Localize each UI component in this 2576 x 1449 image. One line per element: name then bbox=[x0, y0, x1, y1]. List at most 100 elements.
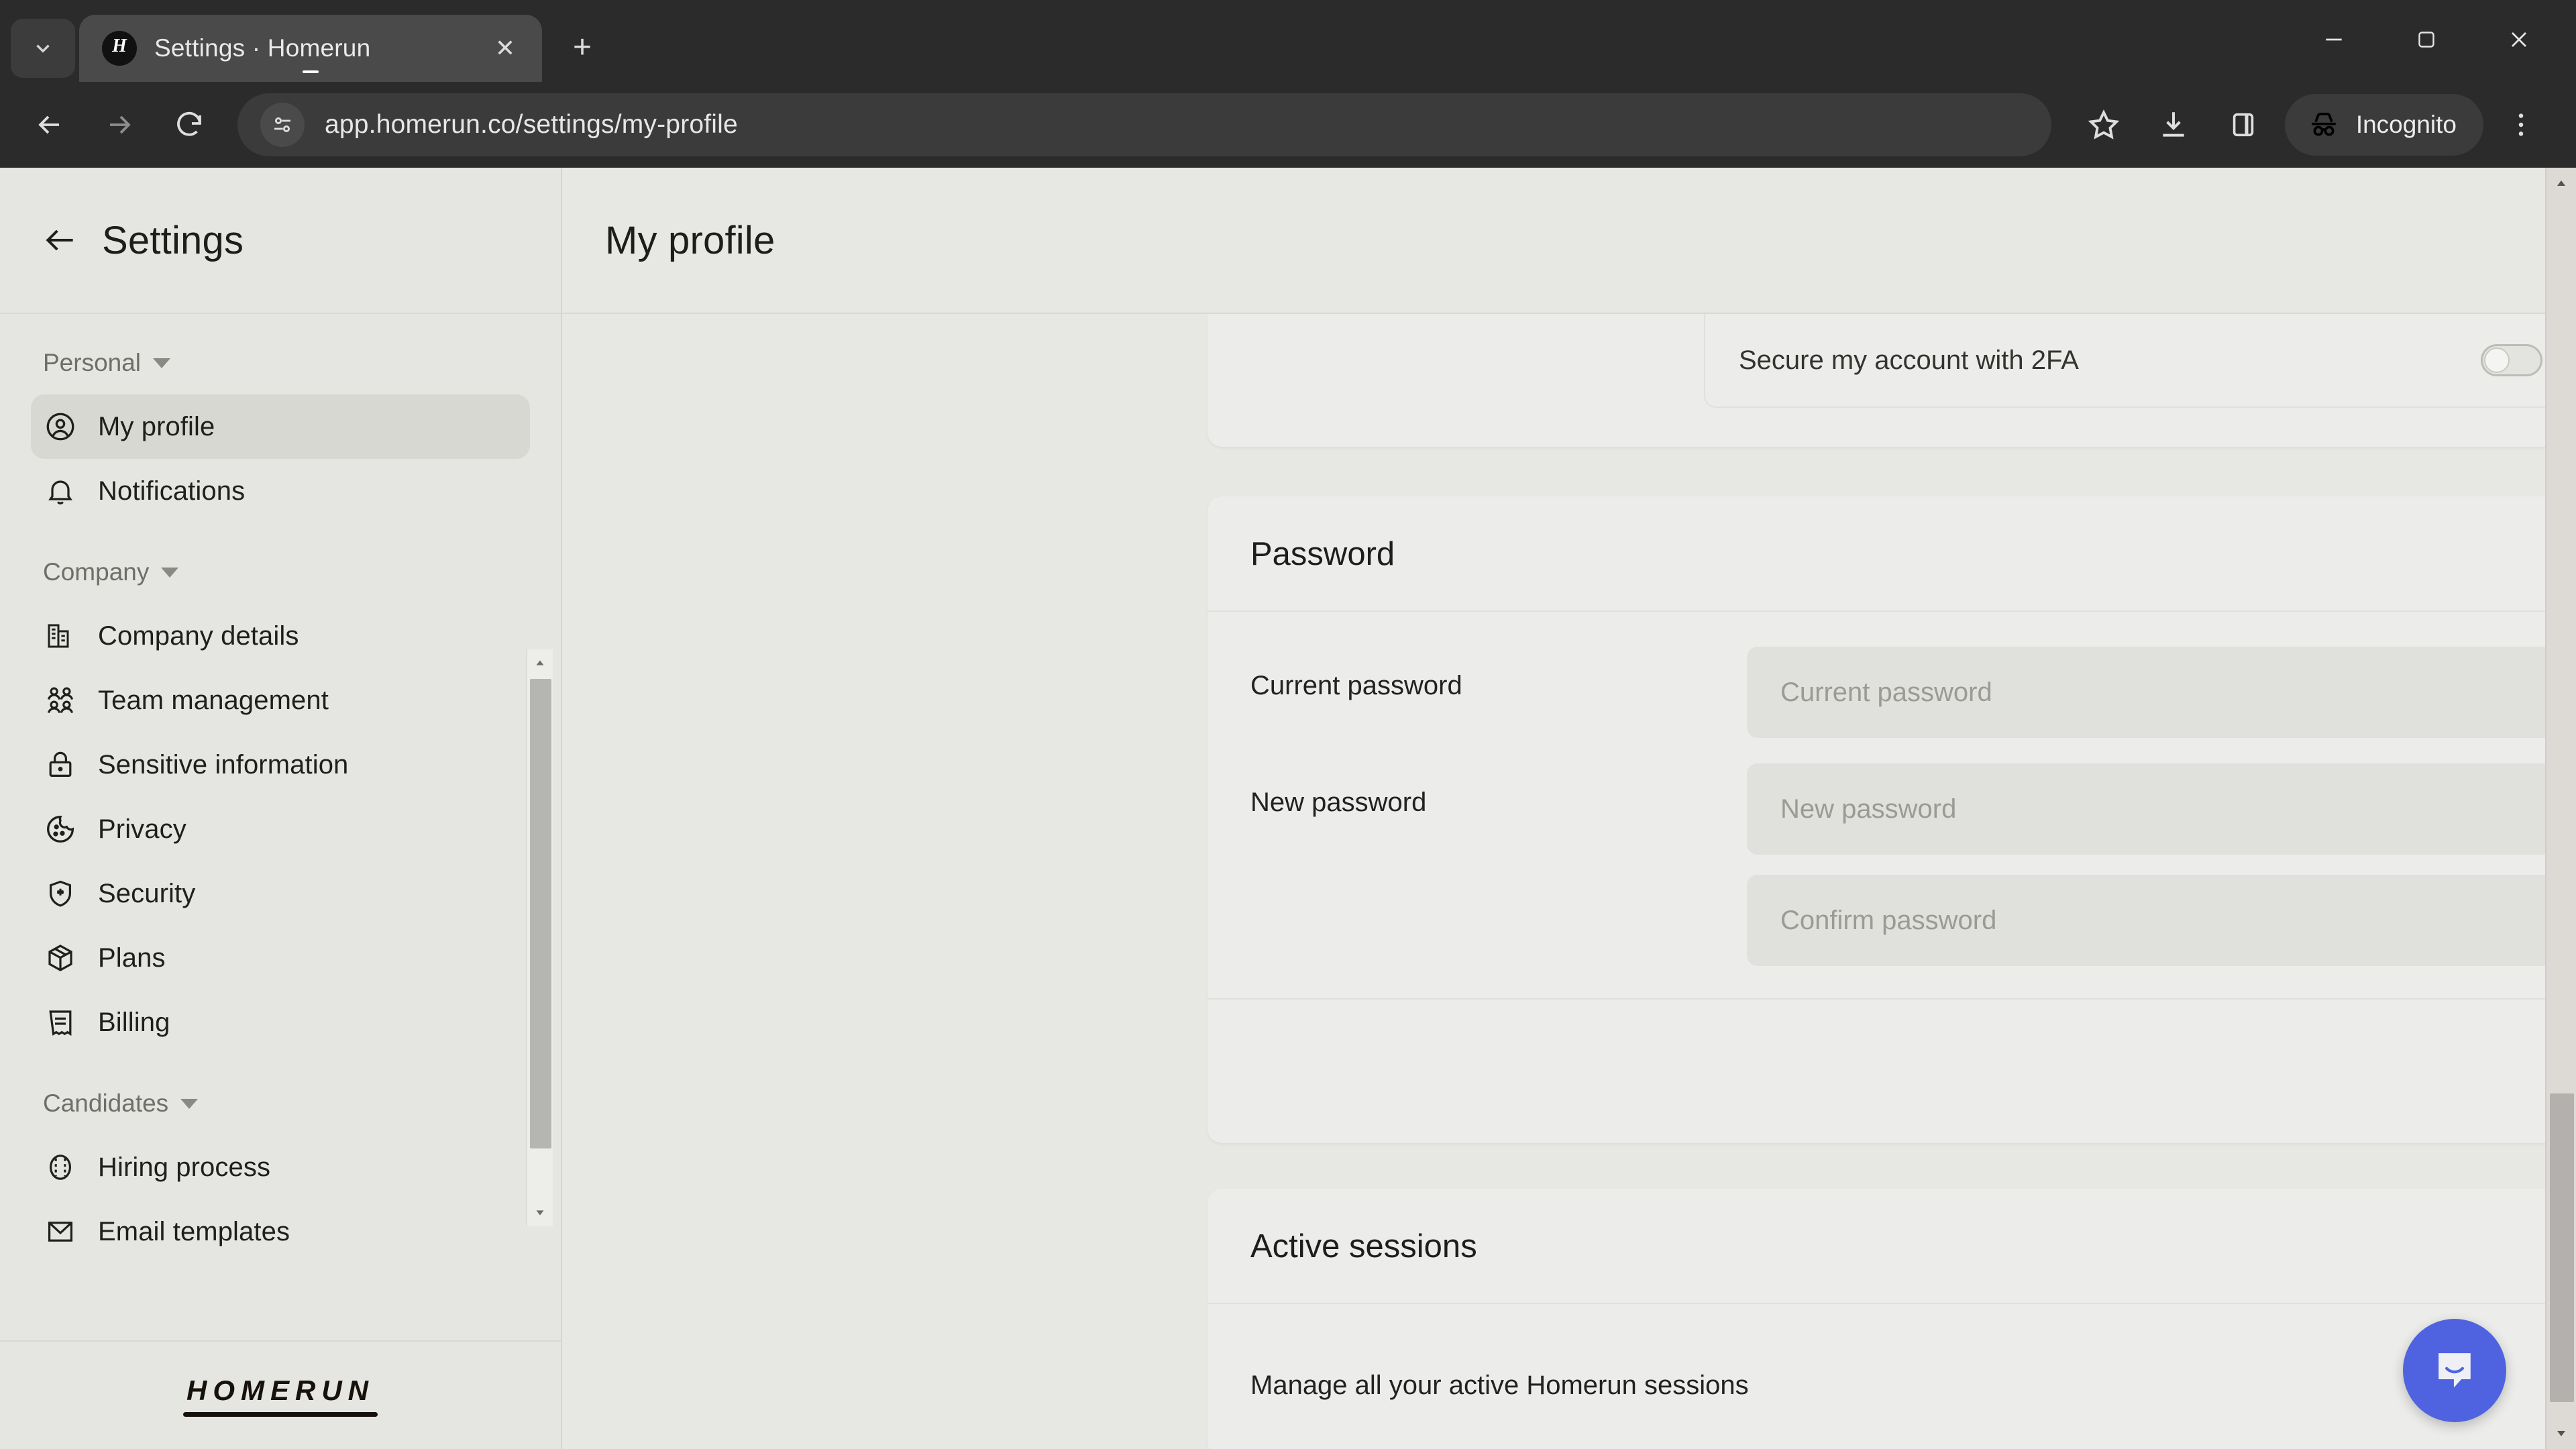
intercom-launcher-button[interactable] bbox=[2403, 1319, 2506, 1422]
sessions-card-body: Manage all your active Homerun sessions … bbox=[1208, 1304, 2576, 1449]
sidebar-item-security[interactable]: Security bbox=[31, 861, 530, 926]
logo-underline bbox=[183, 1411, 378, 1417]
sidebar-item-team-management[interactable]: Team management bbox=[31, 668, 530, 733]
group-label-candidates: Candidates bbox=[43, 1089, 169, 1117]
favicon-underline bbox=[303, 70, 319, 73]
sidebar-header: Settings bbox=[0, 168, 561, 314]
sidebar-scroll-thumb[interactable] bbox=[530, 679, 551, 1148]
sidebar-item-email-templates[interactable]: Email templates bbox=[31, 1199, 530, 1264]
tab-search-button[interactable] bbox=[11, 19, 75, 78]
browser-menu-button[interactable] bbox=[2489, 93, 2553, 157]
main-scroll-area: Secure my account with 2FA Password Curr… bbox=[562, 314, 2576, 1449]
caret-up-icon bbox=[2557, 180, 2565, 186]
sidebar-footer: HOMERUN bbox=[0, 1340, 561, 1449]
bookmark-button[interactable] bbox=[2072, 93, 2136, 157]
incognito-indicator[interactable]: Incognito bbox=[2284, 94, 2483, 156]
page-title: My profile bbox=[605, 218, 775, 262]
sidebar-label-email-templates: Email templates bbox=[98, 1216, 290, 1246]
forward-icon bbox=[110, 115, 131, 134]
homerun-logo: HOMERUN bbox=[183, 1375, 378, 1417]
sessions-row: Manage all your active Homerun sessions … bbox=[1250, 1346, 2576, 1425]
caret-down-icon bbox=[536, 1210, 544, 1216]
back-button[interactable] bbox=[17, 93, 82, 157]
sidebar-label-billing: Billing bbox=[98, 1007, 170, 1037]
sidebar-item-privacy[interactable]: Privacy bbox=[31, 797, 530, 861]
page-scroll-down-arrow[interactable] bbox=[2546, 1418, 2576, 1449]
chevron-down-icon bbox=[161, 567, 179, 578]
tab-strip: H Settings · Homerun ✕ + bbox=[0, 0, 2576, 82]
scroll-up-arrow[interactable] bbox=[527, 649, 553, 676]
close-tab-button[interactable]: ✕ bbox=[487, 30, 523, 66]
sessions-card-header: Active sessions bbox=[1208, 1189, 2576, 1304]
sidebar-label-sensitive-information: Sensitive information bbox=[98, 749, 349, 780]
new-password-label: New password bbox=[1250, 788, 1427, 817]
main-header: My profile bbox=[562, 168, 2576, 314]
password-card-header: Password bbox=[1208, 496, 2576, 612]
sidebar-label-team-management: Team management bbox=[98, 685, 329, 715]
reload-button[interactable] bbox=[157, 93, 221, 157]
new-tab-button[interactable]: + bbox=[559, 24, 605, 70]
scroll-down-arrow[interactable] bbox=[527, 1199, 553, 1226]
sidebar-scrollbar[interactable] bbox=[526, 649, 553, 1226]
page-scroll-thumb[interactable] bbox=[2550, 1093, 2574, 1402]
sidebar-item-notifications[interactable]: Notifications bbox=[31, 459, 530, 523]
sidebar-group-candidates[interactable]: Candidates bbox=[0, 1089, 561, 1118]
new-password-input[interactable]: New password bbox=[1747, 763, 2576, 855]
incognito-icon bbox=[2312, 113, 2336, 136]
incognito-label: Incognito bbox=[2355, 111, 2457, 138]
building-icon bbox=[43, 619, 78, 653]
site-settings-icon[interactable] bbox=[260, 103, 305, 147]
close-window-button[interactable] bbox=[2473, 13, 2565, 66]
sidebar-group-personal[interactable]: Personal bbox=[0, 349, 561, 377]
homerun-favicon: H bbox=[102, 31, 319, 73]
sidebar-item-company-details[interactable]: Company details bbox=[31, 604, 530, 668]
sidebar-item-sensitive-information[interactable]: Sensitive information bbox=[31, 733, 530, 797]
maximize-button[interactable] bbox=[2380, 13, 2473, 66]
forward-button[interactable] bbox=[87, 93, 152, 157]
reload-icon bbox=[177, 111, 201, 136]
page-scrollbar[interactable] bbox=[2545, 168, 2576, 1449]
minimize-icon bbox=[2326, 38, 2342, 41]
sidebar-item-my-profile[interactable]: My profile bbox=[31, 394, 530, 459]
browser-window: H Settings · Homerun ✕ + app.homerun.co/… bbox=[0, 0, 2576, 1449]
sidebar-item-hiring-process[interactable]: Hiring process bbox=[31, 1135, 530, 1199]
confirm-password-input[interactable]: Confirm password bbox=[1747, 875, 2576, 966]
star-icon bbox=[2088, 109, 2120, 140]
sidebar-label-privacy: Privacy bbox=[98, 814, 186, 844]
current-password-input[interactable]: Current password bbox=[1747, 647, 2576, 738]
chat-bubble-icon bbox=[2438, 1353, 2471, 1388]
sidebar-item-billing[interactable]: Billing bbox=[31, 990, 530, 1055]
password-heading: Password bbox=[1250, 536, 1395, 572]
two-factor-card: Secure my account with 2FA bbox=[1208, 314, 2576, 447]
side-panel-button[interactable] bbox=[2211, 93, 2275, 157]
side-panel-icon bbox=[2233, 113, 2254, 137]
browser-toolbar: app.homerun.co/settings/my-profile Incog… bbox=[0, 82, 2576, 168]
sidebar-label-company-details: Company details bbox=[98, 621, 299, 651]
new-password-row: New password New password Confirm passwo… bbox=[1250, 763, 2576, 966]
arrow-left-icon[interactable] bbox=[42, 221, 79, 259]
sidebar-item-plans[interactable]: Plans bbox=[31, 926, 530, 990]
minimize-button[interactable] bbox=[2288, 13, 2380, 66]
password-fields: Current password bbox=[1747, 647, 2576, 758]
lock-icon bbox=[43, 747, 78, 782]
caret-up-icon bbox=[536, 660, 544, 665]
maximize-icon bbox=[2418, 32, 2434, 48]
close-icon bbox=[2512, 32, 2526, 47]
browser-tab[interactable]: H Settings · Homerun ✕ bbox=[79, 15, 542, 82]
password-card: Password Current password Current passwo… bbox=[1208, 496, 2576, 1143]
settings-sidebar: Settings Personal My profile Notificatio… bbox=[0, 168, 562, 1449]
active-sessions-card: Active sessions Manage all your active H… bbox=[1208, 1189, 2576, 1449]
sessions-description: Manage all your active Homerun sessions bbox=[1250, 1370, 1749, 1400]
main-content: My profile Secure my account with 2FA Pa bbox=[562, 168, 2576, 1449]
two-factor-toggle[interactable] bbox=[2481, 344, 2542, 376]
logo-text: HOMERUN bbox=[186, 1374, 374, 1406]
new-password-fields: New password Confirm password bbox=[1747, 763, 2576, 966]
bell-icon bbox=[43, 474, 78, 508]
two-factor-label: Secure my account with 2FA bbox=[1739, 345, 2079, 375]
address-bar[interactable]: app.homerun.co/settings/my-profile bbox=[237, 93, 2051, 156]
page-scroll-up-arrow[interactable] bbox=[2546, 168, 2576, 199]
tab-title: Settings · Homerun bbox=[154, 34, 371, 62]
downloads-button[interactable] bbox=[2141, 93, 2206, 157]
sidebar-group-company[interactable]: Company bbox=[0, 558, 561, 586]
group-label-personal: Personal bbox=[43, 349, 142, 376]
